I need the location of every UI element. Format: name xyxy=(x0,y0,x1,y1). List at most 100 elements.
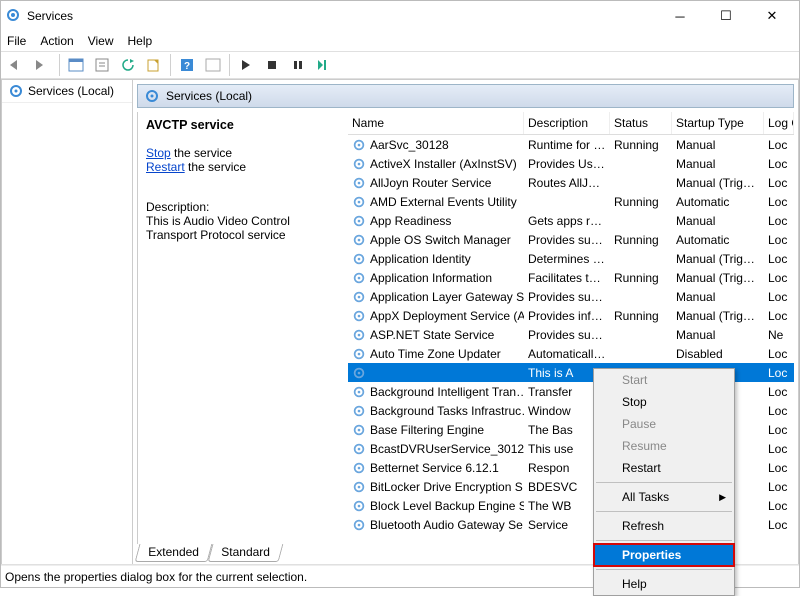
ctx-resume[interactable]: Resume xyxy=(594,435,734,457)
menu-view[interactable]: View xyxy=(88,34,114,48)
table-row[interactable]: Application InformationFacilitates th…Ru… xyxy=(348,268,794,287)
pause-service-button[interactable] xyxy=(286,53,310,77)
row-logon: Loc xyxy=(764,290,794,304)
restart-link[interactable]: Restart xyxy=(146,160,185,174)
row-startup: Automatic xyxy=(672,233,764,247)
tree-node-services-local[interactable]: Services (Local) xyxy=(2,80,132,103)
row-logon: Loc xyxy=(764,271,794,285)
gear-icon xyxy=(352,442,366,456)
gear-icon xyxy=(352,518,366,532)
row-name: Application Identity xyxy=(370,252,471,266)
maximize-button[interactable]: ☐ xyxy=(703,1,749,31)
ctx-start[interactable]: Start xyxy=(594,369,734,391)
ctx-stop[interactable]: Stop xyxy=(594,391,734,413)
table-row[interactable]: AarSvc_30128Runtime for …RunningManualLo… xyxy=(348,135,794,154)
menu-action[interactable]: Action xyxy=(40,34,73,48)
tab-standard[interactable]: Standard xyxy=(207,544,283,562)
row-logon: Loc xyxy=(764,423,794,437)
menu-file[interactable]: File xyxy=(7,34,26,48)
row-name: Block Level Backup Engine S… xyxy=(370,499,524,513)
row-startup: Manual (Trigg… xyxy=(672,309,764,323)
stop-service-button[interactable] xyxy=(260,53,284,77)
app-icon xyxy=(5,7,21,26)
row-name: Background Tasks Infrastruc… xyxy=(370,404,524,418)
description-label: Description: xyxy=(146,200,339,214)
gear-icon xyxy=(352,347,366,361)
gear-icon xyxy=(352,233,366,247)
window-title: Services xyxy=(27,9,73,23)
tree-pane: Services (Local) xyxy=(1,79,133,564)
minimize-button[interactable]: ─ xyxy=(657,1,703,31)
ctx-restart[interactable]: Restart xyxy=(594,457,734,479)
gear-icon xyxy=(352,138,366,152)
row-logon: Loc xyxy=(764,518,794,532)
row-name: Auto Time Zone Updater xyxy=(370,347,501,361)
show-hide-tree-button[interactable] xyxy=(64,53,88,77)
col-description[interactable]: Description xyxy=(524,112,610,134)
menu-help[interactable]: Help xyxy=(128,34,153,48)
table-row[interactable]: Application Layer Gateway S…Provides sup… xyxy=(348,287,794,306)
table-row[interactable]: App ReadinessGets apps re…ManualLoc xyxy=(348,211,794,230)
status-text: Opens the properties dialog box for the … xyxy=(5,570,307,584)
row-startup: Disabled xyxy=(672,347,764,361)
detail-pane: AVCTP service Stop the service Restart t… xyxy=(138,112,348,544)
restart-link-rest: the service xyxy=(185,160,246,174)
refresh-button[interactable] xyxy=(116,53,140,77)
gear-icon xyxy=(352,176,366,190)
table-row[interactable]: Apple OS Switch ManagerProvides sup…Runn… xyxy=(348,230,794,249)
stop-link[interactable]: Stop xyxy=(146,146,171,160)
row-description: Provides infr… xyxy=(524,309,610,323)
menubar: File Action View Help xyxy=(1,31,799,51)
col-status[interactable]: Status xyxy=(610,112,672,134)
start-service-button[interactable] xyxy=(234,53,258,77)
row-name: App Readiness xyxy=(370,214,451,228)
row-name: AllJoyn Router Service xyxy=(370,176,491,190)
forward-button[interactable] xyxy=(31,53,55,77)
back-button[interactable] xyxy=(5,53,29,77)
row-logon: Loc xyxy=(764,385,794,399)
table-row[interactable]: Auto Time Zone UpdaterAutomaticall…Disab… xyxy=(348,344,794,363)
row-logon: Loc xyxy=(764,347,794,361)
ctx-pause[interactable]: Pause xyxy=(594,413,734,435)
gear-icon xyxy=(144,88,160,104)
properties-button[interactable] xyxy=(90,53,114,77)
row-startup: Automatic xyxy=(672,195,764,209)
ctx-help[interactable]: Help xyxy=(594,573,734,595)
ctx-all-tasks[interactable]: All Tasks▶ xyxy=(594,486,734,508)
col-name[interactable]: Name xyxy=(348,112,524,134)
export-button[interactable] xyxy=(142,53,166,77)
submenu-arrow-icon: ▶ xyxy=(719,492,726,503)
gear-icon xyxy=(352,423,366,437)
help-topics-button[interactable] xyxy=(201,53,225,77)
ctx-refresh[interactable]: Refresh xyxy=(594,515,734,537)
gear-icon xyxy=(352,290,366,304)
row-status: Running xyxy=(610,309,672,323)
service-title: AVCTP service xyxy=(146,118,339,132)
help-button[interactable]: ? xyxy=(175,53,199,77)
close-button[interactable]: ✕ xyxy=(749,1,795,31)
col-startup-type[interactable]: Startup Type xyxy=(672,112,764,134)
row-name: Base Filtering Engine xyxy=(370,423,484,437)
table-row[interactable]: ASP.NET State ServiceProvides sup…Manual… xyxy=(348,325,794,344)
row-startup: Manual xyxy=(672,138,764,152)
ctx-properties[interactable]: Properties xyxy=(594,544,734,566)
table-row[interactable]: AMD External Events UtilityRunningAutoma… xyxy=(348,192,794,211)
tab-extended[interactable]: Extended xyxy=(135,544,213,562)
tree-node-label: Services (Local) xyxy=(28,84,114,98)
table-row[interactable]: AppX Deployment Service (A…Provides infr… xyxy=(348,306,794,325)
table-row[interactable]: ActiveX Installer (AxInstSV)Provides Use… xyxy=(348,154,794,173)
row-name: AarSvc_30128 xyxy=(370,138,449,152)
row-startup: Manual (Trigg… xyxy=(672,252,764,266)
row-logon: Loc xyxy=(764,252,794,266)
table-row[interactable]: AllJoyn Router ServiceRoutes AllJo…Manua… xyxy=(348,173,794,192)
table-row[interactable]: Application Identity Determines … Manual (… xyxy=(348,249,794,268)
row-description: Determines … xyxy=(524,252,610,266)
row-name: Apple OS Switch Manager xyxy=(370,233,511,247)
restart-service-button[interactable] xyxy=(312,53,336,77)
row-name: AMD External Events Utility xyxy=(370,195,517,209)
gear-icon xyxy=(352,214,366,228)
gear-icon xyxy=(352,195,366,209)
row-status: Running xyxy=(610,233,672,247)
col-logon[interactable]: Log On As xyxy=(764,112,794,134)
titlebar[interactable]: Services ─ ☐ ✕ xyxy=(1,1,799,31)
